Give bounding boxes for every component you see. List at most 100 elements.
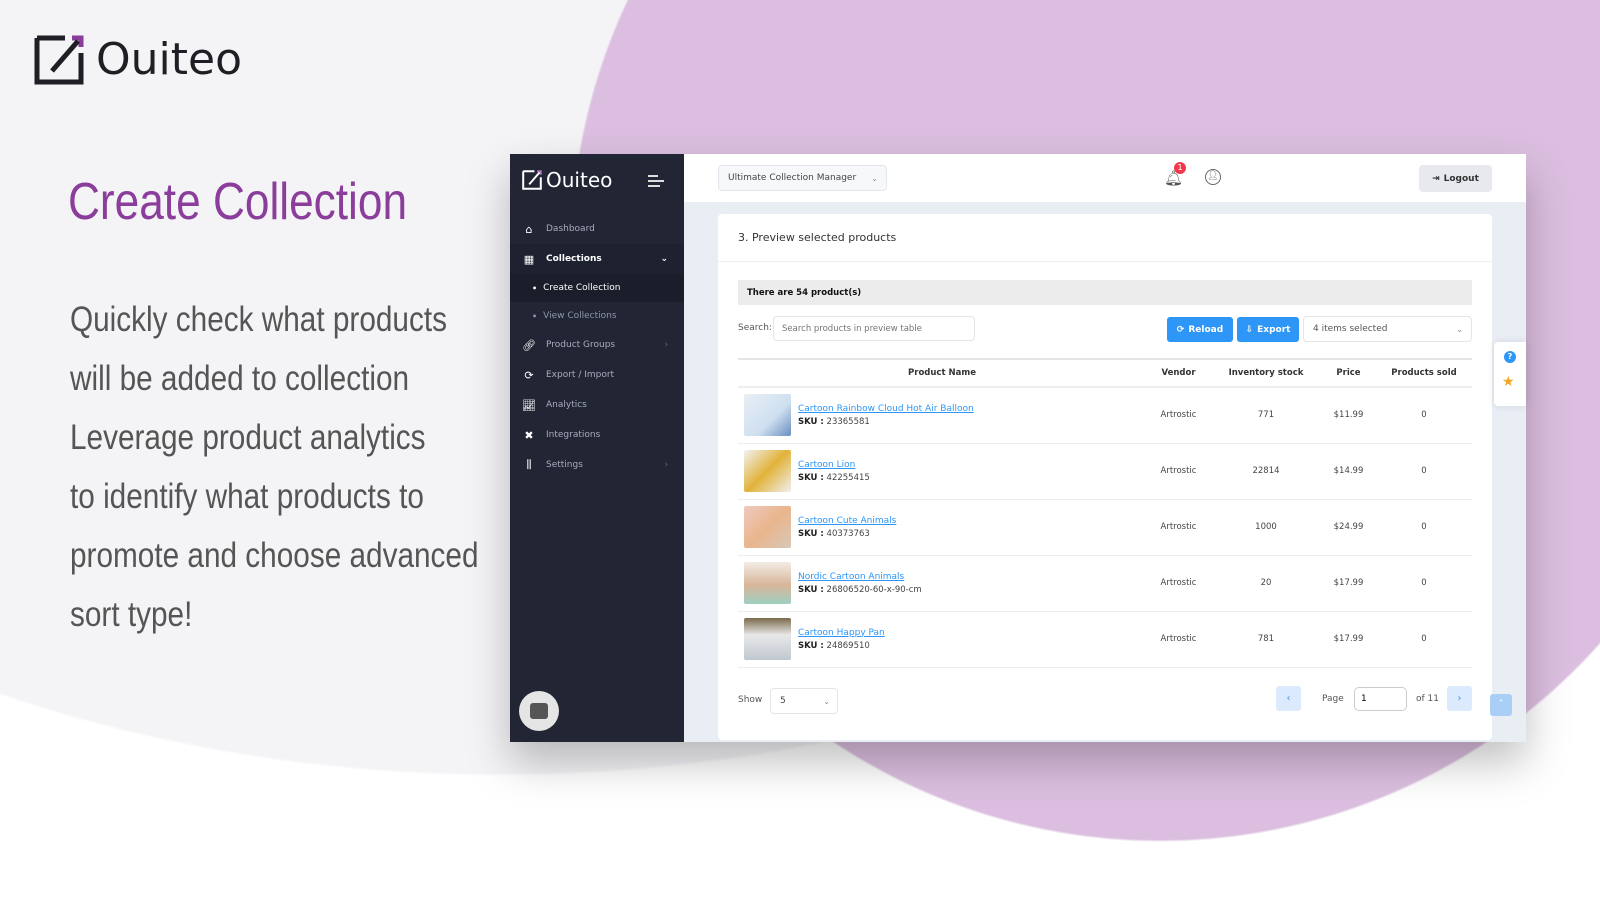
chevron-down-icon: ⌄ [660,254,668,264]
search-input[interactable] [773,316,975,341]
brand-name: Ouiteo [96,34,242,85]
sku-label: SKU : [798,528,824,539]
help-icon[interactable]: ? [1504,351,1516,363]
product-cell: Cartoon Lion SKU : 42255415 [738,443,1146,499]
sku-label: SKU : [798,640,824,651]
table-row: Cartoon Happy Pan SKU : 24869510 Artrost… [738,611,1472,667]
reload-button[interactable]: ⟳ Reload [1167,317,1233,342]
sidebar-logo[interactable]: Ouiteo [522,168,612,192]
column-header[interactable]: Product Name [738,359,1146,387]
prev-page-button[interactable]: ‹ [1276,686,1301,711]
app-select[interactable]: Ultimate Collection Manager ⌄ [718,165,887,191]
description-line: Leverage product analytics [70,418,426,457]
product-cell: Cartoon Happy Pan SKU : 24869510 [738,611,1146,667]
sku-value: 42255415 [826,472,870,483]
sidebar-item-integrations[interactable]: ✖ Integrations [510,420,684,450]
search-label: Search: [738,323,772,333]
sidebar-item-collections[interactable]: ▦ Collections ⌄ [510,244,684,274]
product-thumbnail[interactable] [744,562,791,604]
table-row: Cartoon Lion SKU : 42255415 Artrostic 22… [738,443,1472,499]
product-sku: SKU : 26806520-60-x-90-cm [798,585,922,595]
sidebar-subitem-view-collections[interactable]: • View Collections [510,302,684,330]
table-row: Nordic Cartoon Animals SKU : 26806520-60… [738,555,1472,611]
column-header[interactable]: Vendor [1146,359,1211,387]
sku-value: 23365581 [826,416,870,427]
export-icon: ⇩ [1245,324,1254,335]
product-link[interactable]: Cartoon Happy Pan [798,628,885,638]
user-icon[interactable]: 👤︎ [1205,169,1221,185]
product-thumbnail[interactable] [744,618,791,660]
description-line: to identify what products to [70,477,424,516]
product-cell: Cartoon Cute Animals SKU : 40373763 [738,499,1146,555]
product-count: There are 54 product(s) [738,280,1472,305]
description-line: promote and choose advanced [70,536,479,575]
chevron-left-icon: ‹ [1286,693,1291,704]
page-size-select[interactable]: 5 ⌄ [770,688,838,714]
sku-value: 40373763 [826,528,870,539]
column-header[interactable]: Products sold [1376,359,1472,387]
product-thumbnail[interactable] [744,450,791,492]
preview-card: 3. Preview selected products There are 5… [718,214,1492,740]
sidebar: Ouiteo ⌂ Dashboard ▦ Collections ⌄ • Create … [510,154,684,742]
grid-icon: ▦ [523,252,535,266]
sku-value: 26806520-60-x-90-cm [826,584,922,595]
price-cell: $24.99 [1333,522,1364,532]
stock-cell: 22814 [1252,466,1280,476]
star-icon[interactable]: ★ [1502,374,1515,390]
menu-toggle-icon[interactable] [648,172,664,190]
sidebar-item-label: Export / Import [546,370,615,380]
chat-icon [530,703,548,719]
description: Quickly check what products will be adde… [70,290,495,644]
stock-cell: 1000 [1255,522,1277,532]
next-page-button[interactable]: › [1447,686,1472,711]
description-line: sort type! [70,595,193,634]
chevron-down-icon: ⌄ [823,696,830,706]
sidebar-subitem-label: View Collections [543,311,617,321]
chevron-right-icon: › [664,460,668,470]
product-link[interactable]: Nordic Cartoon Animals [798,572,922,582]
product-link[interactable]: Cartoon Lion [798,460,870,470]
description-line: will be added to collection [70,359,410,398]
notification-badge: 1 [1174,162,1186,174]
sidebar-item-analytics[interactable]: 📈︎ Analytics [510,390,684,420]
export-button[interactable]: ⇩ Export [1237,317,1299,342]
sidebar-item-dashboard[interactable]: ⌂ Dashboard [510,214,684,244]
product-link[interactable]: Cartoon Rainbow Cloud Hot Air Balloon [798,404,974,414]
sku-label: SKU : [798,584,824,595]
column-header[interactable]: Price [1321,359,1376,387]
sidebar-subitem-create-collection[interactable]: • Create Collection [510,274,684,302]
sidebar-item-label: Integrations [546,430,601,440]
page-total: of 11 [1416,694,1439,704]
sidebar-item-product-groups[interactable]: 🔗︎ Product Groups › [510,330,684,360]
app-select-value: Ultimate Collection Manager [728,173,857,183]
reload-label: Reload [1188,324,1224,335]
divider [718,261,1492,262]
sidebar-item-label: Dashboard [546,224,595,234]
product-thumbnail[interactable] [744,506,791,548]
sidebar-item-export-import[interactable]: ⟳ Export / Import [510,360,684,390]
product-sku: SKU : 40373763 [798,529,896,539]
sidebar-item-label: Collections [546,254,602,264]
side-tools: ? ★ [1494,342,1526,406]
stock-cell: 771 [1257,410,1275,421]
description-line: Quickly check what products [70,300,447,339]
logout-button[interactable]: ⇥ Logout [1419,165,1492,192]
price-cell: $11.99 [1333,410,1364,421]
scroll-top-button[interactable]: ˄ [1490,694,1512,716]
card-title: 3. Preview selected products [738,231,897,244]
reload-icon: ⟳ [1176,324,1185,335]
sidebar-item-settings[interactable]: ⫼ Settings › [510,450,684,480]
sidebar-item-label: Analytics [546,400,587,410]
stock-cell: 20 [1260,578,1272,588]
page-input[interactable] [1354,687,1407,711]
brand-logo: Ouiteo [34,34,242,85]
column-header[interactable]: Inventory stock [1211,359,1321,387]
chat-button[interactable] [519,691,559,731]
logout-label: Logout [1443,173,1479,184]
product-link[interactable]: Cartoon Cute Animals [798,516,896,526]
vendor-cell: Artrostic [1160,522,1197,532]
chart-icon: 📈︎ [522,398,536,412]
columns-select[interactable]: 4 items selected ⌄ [1303,316,1472,342]
product-thumbnail[interactable] [744,394,791,437]
home-icon: ⌂ [525,222,533,236]
